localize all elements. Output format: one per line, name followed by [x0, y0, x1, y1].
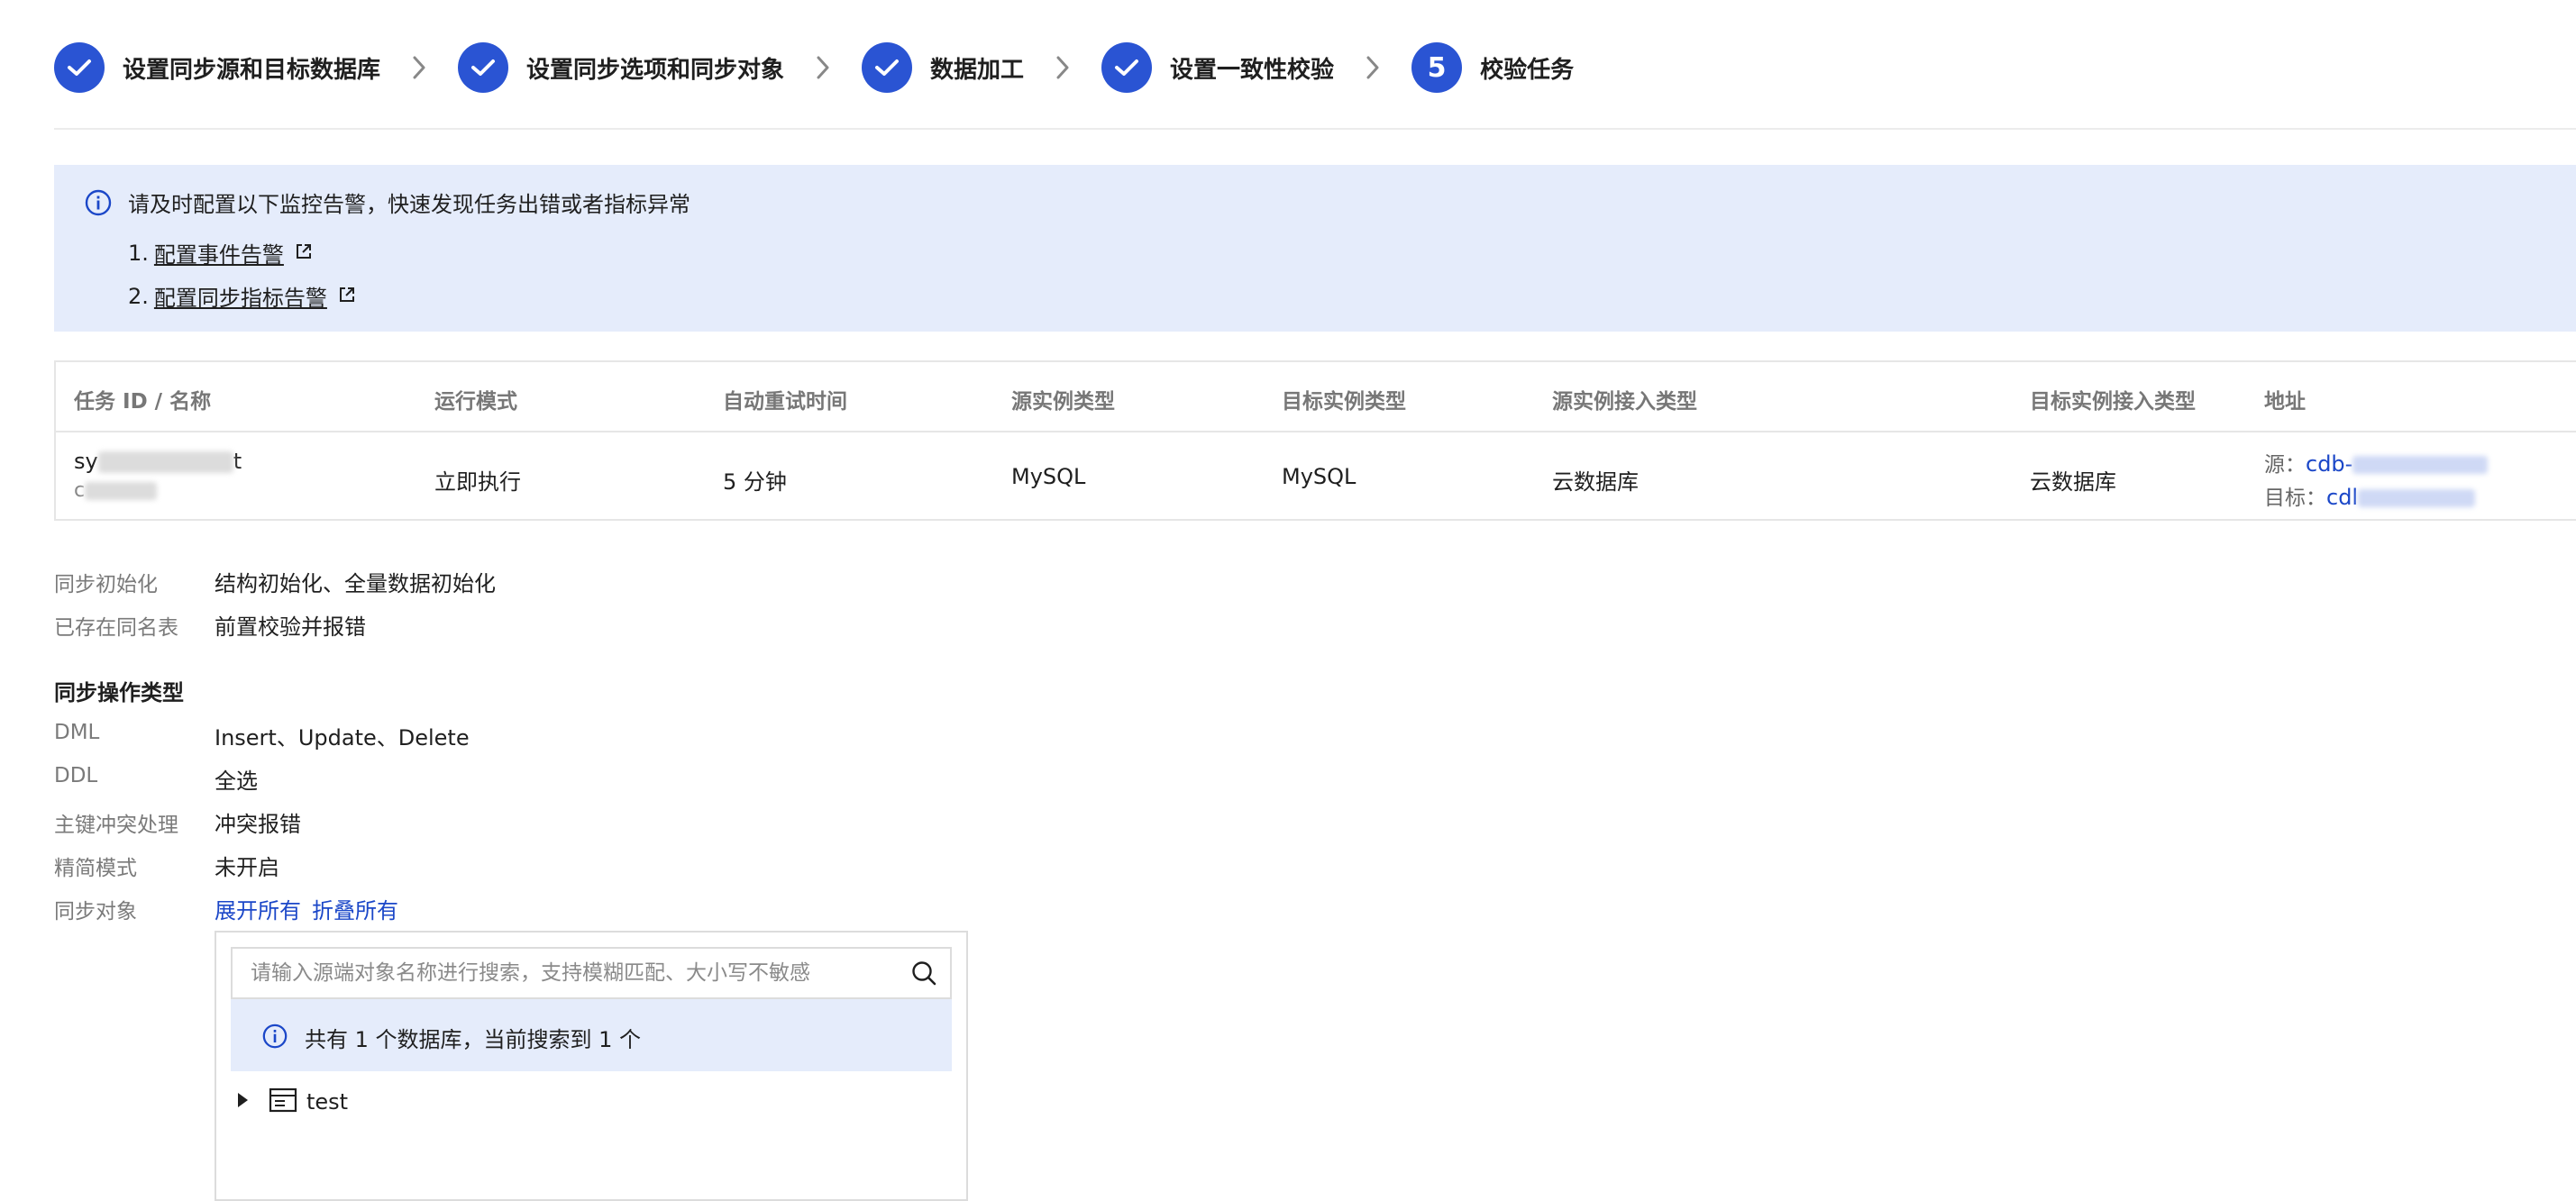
- col-src-access: 源实例接入类型: [1552, 390, 1697, 414]
- task-id-prefix: sy: [74, 449, 98, 474]
- source-instance-type: MySQL: [1011, 464, 1086, 489]
- target-access-type: 云数据库: [2030, 469, 2116, 495]
- source-access-type: 云数据库: [1552, 469, 1639, 495]
- external-link-icon[interactable]: [338, 284, 356, 309]
- task-id[interactable]: sy t: [74, 449, 242, 474]
- chevron-right-icon: [1024, 56, 1101, 79]
- existing-table-label: 已存在同名表: [54, 616, 178, 640]
- alert-item-2: 2. 配置同步指标告警: [128, 280, 356, 312]
- dml-label: DML: [54, 721, 100, 744]
- object-search-info: 共有 1 个数据库，当前搜索到 1 个: [231, 999, 952, 1071]
- dml-value: Insert、Update、Delete: [215, 725, 470, 751]
- target-address: 目标：cdl: [2264, 480, 2476, 511]
- step-4: 设置一致性校验: [1101, 42, 1334, 93]
- task-name-prefix: c: [74, 479, 86, 502]
- existing-table-value: 前置校验并报错: [215, 614, 366, 640]
- chevron-right-icon: [380, 56, 458, 79]
- event-alarm-link[interactable]: 配置事件告警: [154, 237, 284, 268]
- step-2-label: 设置同步选项和同步对象: [526, 56, 785, 84]
- step-2: 设置同步选项和同步对象: [458, 42, 784, 93]
- sync-init-value: 结构初始化、全量数据初始化: [215, 571, 496, 596]
- step-1-check-icon: [54, 42, 105, 93]
- step-2-check-icon: [458, 42, 509, 93]
- col-mode: 运行模式: [434, 390, 517, 414]
- table-header-row: 任务 ID / 名称 运行模式 自动重试时间 源实例类型 目标实例类型 源实例接…: [56, 362, 2576, 432]
- sync-init-label: 同步初始化: [54, 573, 158, 596]
- step-4-label: 设置一致性校验: [1170, 56, 1335, 84]
- step-5-label: 校验任务: [1480, 56, 1575, 84]
- chevron-right-icon: [1334, 56, 1411, 79]
- steps-divider: [54, 128, 2576, 130]
- external-link-icon[interactable]: [295, 241, 313, 266]
- source-address-redacted: [2352, 456, 2489, 474]
- caret-right-icon[interactable]: [236, 1092, 249, 1112]
- target-address-redacted: [2358, 489, 2476, 507]
- alert-item-1-index: 1.: [128, 240, 149, 266]
- object-search-box: [231, 947, 952, 999]
- source-address-link[interactable]: cdb-: [2306, 451, 2352, 477]
- tree-item-test[interactable]: test: [236, 1084, 348, 1120]
- step-5: 5 校验任务: [1411, 42, 1574, 93]
- ddl-label: DDL: [54, 764, 98, 787]
- target-address-label: 目标：: [2264, 487, 2326, 510]
- step-1-label: 设置同步源和目标数据库: [123, 56, 381, 84]
- step-1: 设置同步源和目标数据库: [54, 42, 380, 93]
- alert-item-2-index: 2.: [128, 283, 149, 309]
- target-instance-type: MySQL: [1282, 464, 1357, 489]
- task-id-suffix: t: [233, 449, 242, 474]
- info-circle-icon: [84, 188, 113, 221]
- task-name-redacted: [85, 482, 158, 500]
- ddl-value: 全选: [215, 769, 258, 794]
- steps-bar: 设置同步源和目标数据库 设置同步选项和同步对象 数据加工 设置一致性校验 5 校…: [54, 36, 1574, 99]
- alert-heading: 请及时配置以下监控告警，快速发现任务出错或者指标异常: [128, 192, 690, 217]
- alert-item-1: 1. 配置事件告警: [128, 237, 313, 268]
- task-table: 任务 ID / 名称 运行模式 自动重试时间 源实例类型 目标实例类型 源实例接…: [54, 360, 2576, 521]
- expand-all-link[interactable]: 展开所有: [215, 893, 301, 924]
- step-3-label: 数据加工: [930, 56, 1025, 84]
- col-dst-access: 目标实例接入类型: [2030, 390, 2196, 414]
- step-5-number: 5: [1411, 42, 1463, 93]
- task-id-redacted: [97, 451, 233, 473]
- run-mode: 立即执行: [434, 469, 521, 495]
- col-task: 任务 ID / 名称: [74, 390, 212, 414]
- sync-metric-alarm-link[interactable]: 配置同步指标告警: [154, 280, 327, 312]
- col-address: 地址: [2264, 390, 2306, 414]
- step-3-check-icon: [862, 42, 913, 93]
- chevron-right-icon: [784, 56, 862, 79]
- step-4-check-icon: [1101, 42, 1153, 93]
- sync-op-type-title: 同步操作类型: [54, 680, 184, 705]
- target-address-link[interactable]: cdl: [2326, 485, 2358, 510]
- database-icon: [269, 1087, 297, 1116]
- object-search-info-text: 共有 1 个数据库，当前搜索到 1 个: [305, 1027, 642, 1052]
- search-icon[interactable]: [910, 960, 937, 990]
- lite-mode-value: 未开启: [215, 855, 279, 880]
- info-circle-icon: [261, 1023, 288, 1053]
- tree-item-label: test: [306, 1089, 349, 1115]
- source-address: 源：cdb-: [2264, 447, 2489, 478]
- lite-mode-label: 精简模式: [54, 857, 137, 880]
- collapse-all-link[interactable]: 折叠所有: [312, 893, 398, 924]
- sync-objects-label: 同步对象: [54, 900, 137, 923]
- retry-time: 5 分钟: [723, 469, 787, 495]
- col-src-type: 源实例类型: [1011, 390, 1115, 414]
- object-search-input[interactable]: [251, 949, 882, 997]
- col-retry: 自动重试时间: [723, 390, 847, 414]
- step-3: 数据加工: [862, 42, 1024, 93]
- pk-conflict-label: 主键冲突处理: [54, 814, 178, 837]
- pk-conflict-value: 冲突报错: [215, 812, 301, 837]
- source-address-label: 源：: [2264, 453, 2306, 477]
- col-dst-type: 目标实例类型: [1282, 390, 1406, 414]
- task-name: c: [74, 479, 158, 502]
